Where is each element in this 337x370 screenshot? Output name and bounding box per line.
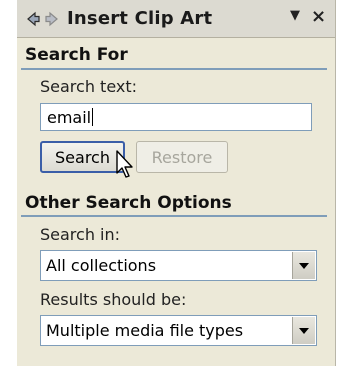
clip-art-task-pane: Insert Clip Art ▼ × Search For Search te… (17, 0, 336, 366)
section-divider (21, 215, 327, 217)
results-type-dropdown[interactable]: Multiple media file types (40, 315, 317, 346)
search-in-label: Search in: (40, 225, 121, 244)
search-button[interactable]: Search (40, 141, 125, 173)
other-search-options-heading: Other Search Options (25, 193, 232, 213)
section-divider (21, 68, 327, 70)
mouse-pointer-icon (116, 150, 138, 184)
search-in-dropdown[interactable]: All collections (40, 250, 317, 281)
back-arrow-icon[interactable] (26, 10, 40, 28)
search-text-value: email (47, 107, 92, 127)
results-should-be-label: Results should be: (40, 290, 187, 309)
close-icon[interactable]: × (311, 6, 326, 27)
search-in-value: All collections (46, 256, 157, 275)
search-for-heading: Search For (25, 45, 128, 65)
search-text-label: Search text: (40, 77, 138, 96)
task-pane-title-bar: Insert Clip Art ▼ × (17, 0, 335, 38)
restore-button: Restore (136, 141, 228, 173)
forward-arrow-icon[interactable] (45, 10, 59, 28)
chevron-down-icon[interactable] (292, 252, 315, 279)
results-type-value: Multiple media file types (46, 321, 244, 340)
text-caret (92, 108, 94, 126)
search-text-input[interactable]: email (40, 103, 312, 131)
chevron-down-icon[interactable] (292, 317, 315, 344)
dropdown-menu-icon[interactable]: ▼ (290, 8, 300, 23)
task-pane-title: Insert Clip Art (67, 8, 213, 29)
